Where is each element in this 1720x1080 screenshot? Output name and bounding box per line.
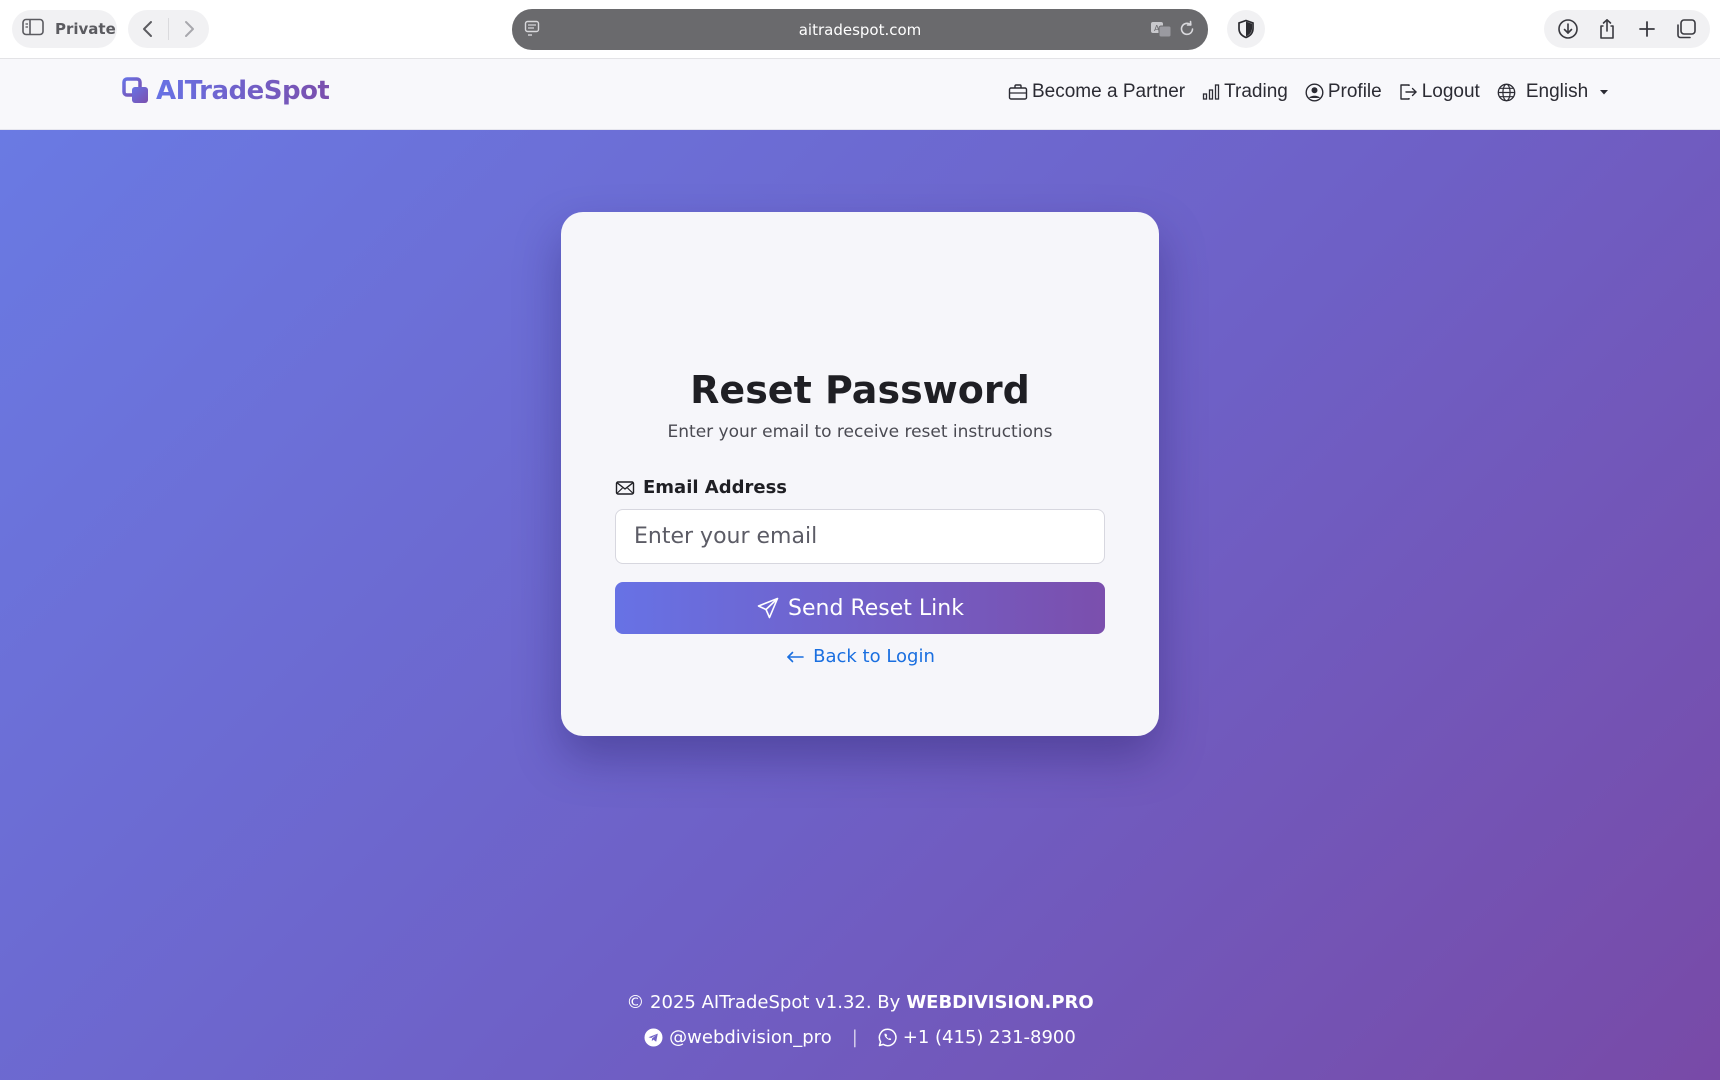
email-label-text: Email Address [643,477,788,498]
nav-logout[interactable]: Logout [1399,81,1480,103]
company-link[interactable]: WEBDIVISION.PRO [906,992,1093,1013]
back-to-login-link[interactable]: Back to Login [561,646,1159,667]
svg-text:A: A [1154,24,1160,33]
email-label: Email Address [615,477,787,498]
translate-icon[interactable]: A [1150,20,1172,42]
copyright-text: © 2025 AITradeSpot v1.32. By [626,992,901,1013]
nav-label: Become a Partner [1032,81,1186,102]
nav-profile[interactable]: Profile [1305,81,1382,103]
shield-icon [1238,19,1254,39]
plus-icon [1638,21,1655,37]
chevron-left-icon [143,21,152,37]
browser-chrome: Private aitradespot.com A [0,0,1720,59]
page-title: Reset Password [690,368,1030,412]
telegram-link[interactable]: @webdivision_pro [644,1027,832,1048]
history-nav [128,10,209,48]
caret-down-icon [1600,90,1609,95]
url-text: aitradespot.com [798,20,922,39]
footer-separator: | [851,1027,858,1048]
main-nav: Become a Partner Trading Profile Logout … [1008,81,1612,103]
arrow-left-icon [787,651,804,662]
site-header: AITradeSpot Become a Partner Trading Pro… [0,59,1720,130]
whatsapp-icon [878,1028,897,1047]
privacy-shield-button[interactable] [1227,10,1265,48]
tabs-icon [1677,19,1697,39]
footer-copyright: © 2025 AITradeSpot v1.32. By WEBDIVISION… [0,992,1720,1013]
nav-trading[interactable]: Trading [1202,81,1288,103]
logo-icon [122,77,148,103]
page-menu-icon[interactable] [524,20,540,42]
private-label: Private [55,20,116,38]
downloads-button[interactable] [1550,10,1586,48]
email-input[interactable] [615,509,1105,564]
globe-icon [1497,83,1516,101]
chevron-right-icon [185,21,194,37]
send-reset-link-button[interactable]: Send Reset Link [615,582,1105,634]
user-circle-icon [1305,82,1324,102]
reset-password-card: Reset Password Enter your email to recei… [561,212,1159,736]
send-reset-link-label: Send Reset Link [788,595,964,621]
browser-toolbar [1544,10,1710,48]
site-footer: © 2025 AITradeSpot v1.32. By WEBDIVISION… [0,992,1720,1048]
whatsapp-link[interactable]: +1 (415) 231-8900 [878,1027,1076,1048]
logout-icon [1400,84,1417,100]
address-bar[interactable]: aitradespot.com A [512,9,1208,50]
reload-icon[interactable] [1178,20,1196,42]
briefcase-icon [1008,84,1028,100]
language-selector[interactable]: English [1497,81,1612,103]
logo-text: AITradeSpot [156,76,330,106]
nav-become-partner[interactable]: Become a Partner [1008,81,1185,103]
sidebar-icon [22,18,44,40]
telegram-icon [644,1028,663,1047]
back-button[interactable] [128,10,168,48]
share-icon [1600,18,1615,39]
forward-button[interactable] [169,10,209,48]
back-to-login-label: Back to Login [813,646,935,667]
new-tab-button[interactable] [1629,10,1665,48]
nav-label: Profile [1327,81,1382,102]
nav-label: Trading [1224,81,1288,102]
private-tab-button[interactable]: Private [12,10,117,48]
telegram-handle: @webdivision_pro [669,1027,832,1048]
bar-chart-icon [1202,84,1220,100]
main-content: Reset Password Enter your email to recei… [0,130,1720,1080]
download-icon [1557,19,1578,39]
envelope-icon [615,480,635,495]
site-logo[interactable]: AITradeSpot [122,76,330,106]
tab-overview-button[interactable] [1668,10,1704,48]
phone-number: +1 (415) 231-8900 [902,1027,1076,1048]
footer-contacts: @webdivision_pro | +1 (415) 231-8900 [0,1027,1720,1048]
nav-label: Logout [1421,81,1480,102]
page-subtitle: Enter your email to receive reset instru… [667,422,1053,442]
language-label: English [1525,81,1589,102]
send-icon [757,597,779,619]
share-button[interactable] [1589,10,1625,48]
